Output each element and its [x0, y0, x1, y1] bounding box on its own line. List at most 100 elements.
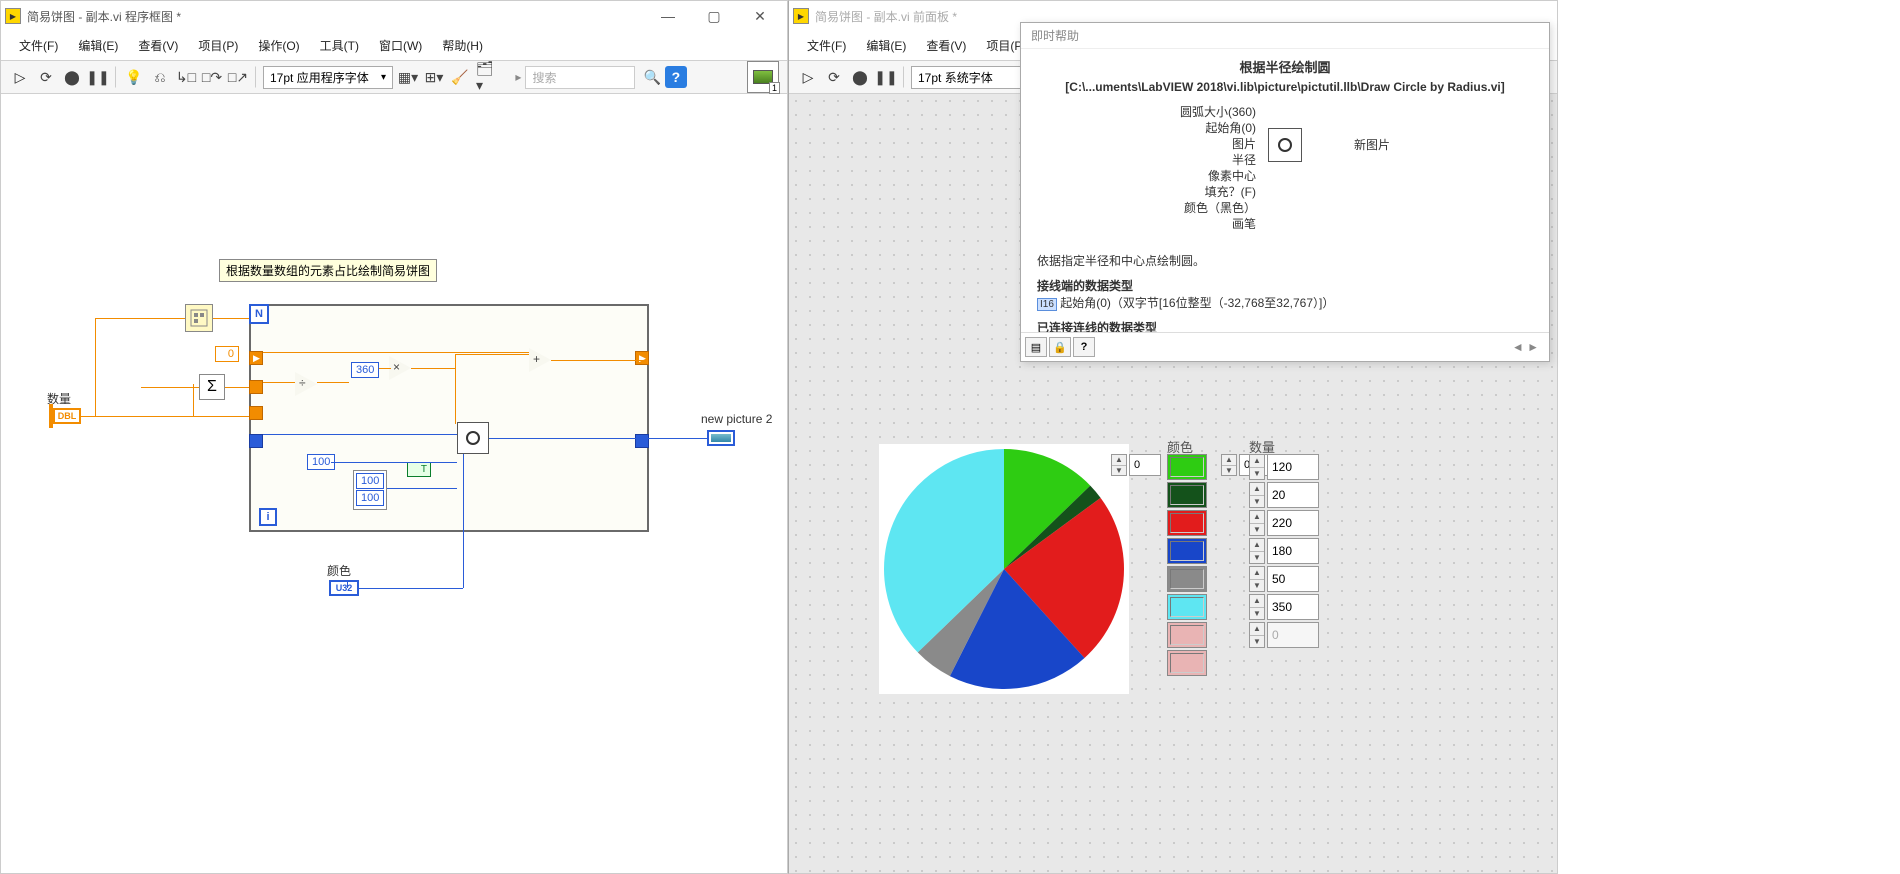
- spinner[interactable]: ▲▼: [1249, 510, 1265, 536]
- spinner[interactable]: ▲▼: [1249, 482, 1265, 508]
- shift-reg-left-top[interactable]: [249, 351, 263, 365]
- menu-window[interactable]: 窗口(W): [369, 33, 432, 58]
- color-box[interactable]: [1167, 538, 1207, 564]
- maximize-button[interactable]: ▢: [691, 1, 737, 31]
- autoindex-tunnel[interactable]: [249, 406, 263, 420]
- fp-menu-edit[interactable]: 编辑(E): [856, 33, 916, 58]
- add-node[interactable]: [529, 348, 553, 372]
- help-vi-path: [C:\...uments\LabVIEW 2018\vi.lib\pictur…: [1037, 80, 1533, 94]
- count-terminal[interactable]: DBL: [53, 408, 81, 424]
- menu-help[interactable]: 帮助(H): [432, 33, 493, 58]
- abort-button[interactable]: ⬤: [61, 66, 83, 88]
- bd-titlebar[interactable]: 简易饼图 - 副本.vi 程序框图 * — ▢ ✕: [1, 1, 787, 31]
- minimize-button[interactable]: —: [645, 1, 691, 31]
- color-terminal[interactable]: U32: [329, 580, 359, 596]
- color-box[interactable]: [1167, 594, 1207, 620]
- context-help-window[interactable]: 即时帮助 根据半径绘制圆 [C:\...uments\LabVIEW 2018\…: [1020, 22, 1550, 362]
- picture-indicator-terminal[interactable]: [707, 430, 735, 446]
- sum-input-tunnel[interactable]: [249, 380, 263, 394]
- count-value[interactable]: 50: [1267, 566, 1319, 592]
- color-box[interactable]: [1167, 482, 1207, 508]
- fp-menu-file[interactable]: 文件(F): [797, 33, 856, 58]
- draw-circle-subvi[interactable]: [457, 422, 489, 454]
- distribute-button[interactable]: ⊞▾: [423, 66, 445, 88]
- fp-run-continuous-button[interactable]: ⟳: [823, 66, 845, 88]
- block-diagram-window: 简易饼图 - 副本.vi 程序框图 * — ▢ ✕ 文件(F) 编辑(E) 查看…: [0, 0, 788, 874]
- block-diagram-canvas[interactable]: 根据数量数组的元素占比绘制简易饼图 数量 DBL Σ 0 N i 360 100…: [1, 94, 787, 873]
- count-value[interactable]: 350: [1267, 594, 1319, 620]
- divide-node[interactable]: [295, 372, 319, 396]
- sum-node[interactable]: Σ: [199, 374, 225, 400]
- vi-icon[interactable]: 1: [747, 61, 779, 93]
- menu-project[interactable]: 项目(P): [188, 33, 248, 58]
- down-icon[interactable]: ▼: [1112, 466, 1126, 476]
- fp-menu-view[interactable]: 查看(V): [916, 33, 976, 58]
- menu-tools[interactable]: 工具(T): [310, 33, 369, 58]
- count-value[interactable]: 180: [1267, 538, 1319, 564]
- color-array[interactable]: [1167, 454, 1207, 676]
- picture-tunnel-out[interactable]: [635, 434, 649, 448]
- fp-run-button[interactable]: ▷: [797, 66, 819, 88]
- const-360[interactable]: 360: [351, 362, 379, 378]
- new-picture-label: new picture 2: [701, 412, 772, 426]
- help-detail-button[interactable]: ▤: [1025, 337, 1047, 357]
- spinner[interactable]: ▲▼: [1249, 566, 1265, 592]
- run-continuous-button[interactable]: ⟳: [35, 66, 57, 88]
- spinner[interactable]: ▲▼: [1249, 594, 1265, 620]
- help-connector-diagram: 圆弧大小(360)起始角(0)图片半径像素中心填充？(F)颜色（黑色）画笔 新图…: [1037, 104, 1533, 244]
- reorder-button[interactable]: 🗂▾: [475, 66, 497, 88]
- spinner[interactable]: ▲▼: [1249, 454, 1265, 480]
- down-icon[interactable]: ▼: [1222, 466, 1236, 476]
- menu-view[interactable]: 查看(V): [128, 33, 188, 58]
- spinner[interactable]: ▲▼: [1249, 622, 1265, 648]
- context-help-button[interactable]: ?: [665, 66, 687, 88]
- color-array-control[interactable]: ▲▼ 0: [1111, 454, 1161, 480]
- shift-reg-right-top[interactable]: [635, 351, 649, 365]
- multiply-node[interactable]: [389, 356, 413, 380]
- font-selector[interactable]: 17pt 应用程序字体: [263, 66, 393, 89]
- help-terminal: 颜色（黑色）: [1180, 200, 1256, 216]
- menu-operate[interactable]: 操作(O): [248, 33, 309, 58]
- pause-button[interactable]: ❚❚: [87, 66, 109, 88]
- array-size-node[interactable]: [185, 304, 213, 332]
- up-icon[interactable]: ▲: [1222, 455, 1236, 466]
- menu-file[interactable]: 文件(F): [9, 33, 68, 58]
- count-value[interactable]: 20: [1267, 482, 1319, 508]
- color-box[interactable]: [1167, 510, 1207, 536]
- search-input[interactable]: 搜索: [525, 66, 635, 89]
- color-box[interactable]: [1167, 622, 1207, 648]
- picture-tunnel-in[interactable]: [249, 434, 263, 448]
- step-out-button[interactable]: □↗: [227, 66, 249, 88]
- count-value[interactable]: 120: [1267, 454, 1319, 480]
- close-button[interactable]: ✕: [737, 1, 783, 31]
- const-zero[interactable]: 0: [215, 346, 239, 362]
- count-value-empty[interactable]: 0: [1267, 622, 1319, 648]
- spinner[interactable]: ▲▼: [1249, 538, 1265, 564]
- count-array[interactable]: ▲▼120▲▼20▲▼220▲▼180▲▼50▲▼350▲▼0: [1249, 454, 1319, 648]
- step-into-button[interactable]: ↳□: [175, 66, 197, 88]
- count-value[interactable]: 220: [1267, 510, 1319, 536]
- color-box[interactable]: [1167, 454, 1207, 480]
- help-scroll-handle[interactable]: ◄ ►: [1512, 340, 1545, 354]
- help-terminal: 图片: [1180, 136, 1256, 152]
- fp-abort-button[interactable]: ⬤: [849, 66, 871, 88]
- align-button[interactable]: ▦▾: [397, 66, 419, 88]
- color-box[interactable]: [1167, 650, 1207, 676]
- color-box[interactable]: [1167, 566, 1207, 592]
- up-icon[interactable]: ▲: [1112, 455, 1126, 466]
- fp-pause-button[interactable]: ❚❚: [875, 66, 897, 88]
- help-more-button[interactable]: ?: [1073, 337, 1095, 357]
- const-fill-true[interactable]: T: [407, 462, 431, 477]
- search-icon[interactable]: 🔍: [643, 69, 660, 86]
- color-index-control[interactable]: ▲▼ 0: [1111, 454, 1161, 476]
- menu-edit[interactable]: 编辑(E): [68, 33, 128, 58]
- step-over-button[interactable]: □↷: [201, 66, 223, 88]
- highlight-exec-button[interactable]: 💡: [123, 66, 145, 88]
- help-title[interactable]: 即时帮助: [1021, 23, 1549, 49]
- retain-wire-button[interactable]: ⎌: [149, 66, 171, 88]
- help-lock-button[interactable]: 🔒: [1049, 337, 1071, 357]
- cluster-center[interactable]: 100 100: [353, 470, 387, 510]
- run-button[interactable]: ▷: [9, 66, 31, 88]
- cleanup-button[interactable]: 🧹: [449, 66, 471, 88]
- for-loop[interactable]: N i: [249, 304, 649, 532]
